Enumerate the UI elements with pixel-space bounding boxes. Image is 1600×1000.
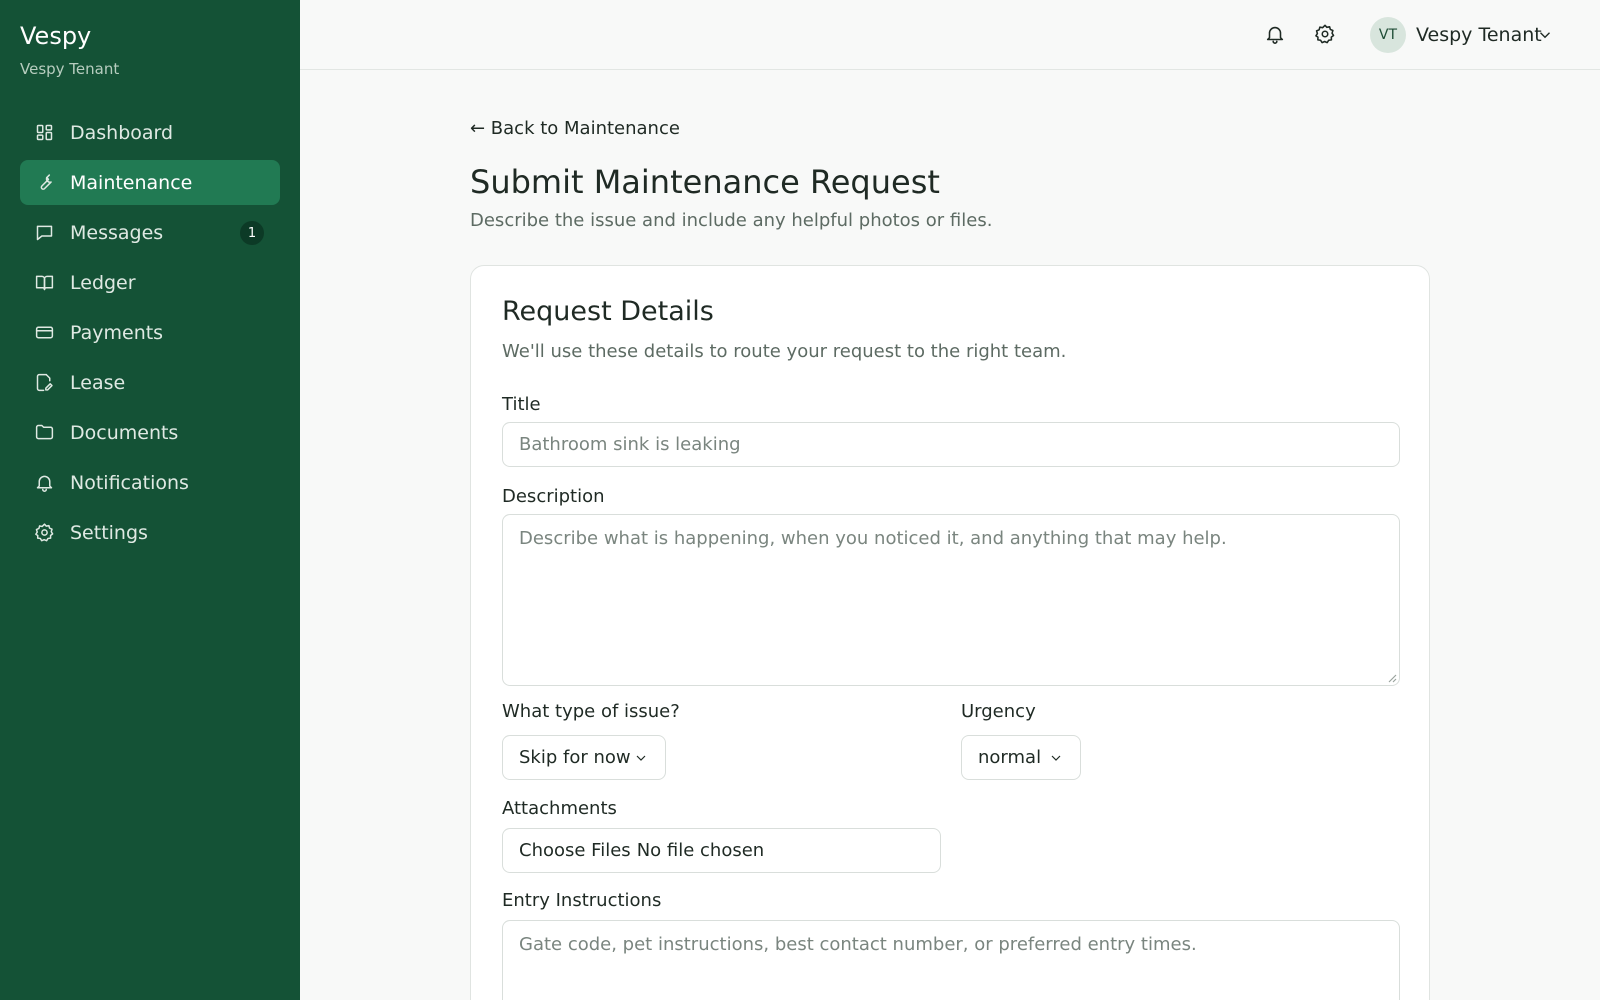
book-icon xyxy=(34,272,55,293)
sidebar-item-maintenance[interactable]: Maintenance xyxy=(20,160,280,205)
message-icon xyxy=(34,222,55,243)
issue-type-select[interactable]: Skip for now xyxy=(502,735,666,780)
sidebar-item-label: Documents xyxy=(70,421,179,444)
choose-files-button[interactable]: Choose Files xyxy=(519,840,631,861)
sidebar-item-messages[interactable]: Messages 1 xyxy=(20,210,280,255)
folder-icon xyxy=(34,422,55,443)
sidebar-item-label: Maintenance xyxy=(70,171,193,194)
card-title: Request Details xyxy=(502,296,714,327)
sidebar-item-label: Ledger xyxy=(70,271,136,294)
attachments-label: Attachments xyxy=(502,798,617,819)
document-edit-icon xyxy=(34,372,55,393)
bell-icon xyxy=(34,472,55,493)
urgency-label: Urgency xyxy=(961,701,1036,722)
page-title: Submit Maintenance Request xyxy=(470,163,940,201)
gear-icon xyxy=(34,522,55,543)
card-subtitle: We'll use these details to route your re… xyxy=(502,341,1067,362)
sidebar-item-label: Settings xyxy=(70,521,148,544)
resize-handle-icon[interactable] xyxy=(1387,673,1397,683)
sidebar-item-label: Lease xyxy=(70,371,126,394)
request-details-card: Request Details We'll use these details … xyxy=(470,265,1430,1000)
title-label: Title xyxy=(502,394,541,415)
sidebar-nav: Dashboard Maintenance Messages 1 Ledger xyxy=(20,110,280,560)
description-textarea[interactable]: Describe what is happening, when you not… xyxy=(502,514,1400,686)
chevron-down-icon xyxy=(1048,750,1064,766)
sidebar-item-documents[interactable]: Documents xyxy=(20,410,280,455)
sidebar-item-label: Payments xyxy=(70,321,164,344)
gear-icon[interactable] xyxy=(1314,23,1338,47)
issue-type-label: What type of issue? xyxy=(502,701,680,722)
issue-type-value: Skip for now xyxy=(519,747,631,768)
sidebar-item-label: Messages xyxy=(70,221,164,244)
title-input[interactable]: Bathroom sink is leaking xyxy=(502,422,1400,467)
sidebar: Vespy Vespy Tenant Dashboard Maintenance… xyxy=(0,0,300,1000)
credit-card-icon xyxy=(34,322,55,343)
chevron-down-icon xyxy=(633,750,649,766)
description-label: Description xyxy=(502,486,605,507)
sidebar-item-payments[interactable]: Payments xyxy=(20,310,280,355)
urgency-value: normal xyxy=(978,747,1042,768)
back-to-maintenance-link[interactable]: ← Back to Maintenance xyxy=(470,118,680,139)
wrench-icon xyxy=(34,172,55,193)
brand-name: Vespy xyxy=(20,22,92,50)
avatar[interactable]: VT xyxy=(1370,17,1406,53)
sidebar-item-lease[interactable]: Lease xyxy=(20,360,280,405)
user-name[interactable]: Vespy Tenant xyxy=(1416,24,1542,46)
no-file-text: No file chosen xyxy=(636,840,765,861)
chevron-down-icon[interactable] xyxy=(1536,26,1554,44)
entry-instructions-label: Entry Instructions xyxy=(502,890,662,911)
description-placeholder: Describe what is happening, when you not… xyxy=(519,528,1227,549)
title-placeholder: Bathroom sink is leaking xyxy=(519,434,741,455)
sidebar-item-label: Dashboard xyxy=(70,121,174,144)
unread-badge: 1 xyxy=(240,221,264,245)
entry-instructions-textarea[interactable]: Gate code, pet instructions, best contac… xyxy=(502,920,1400,1000)
bell-icon[interactable] xyxy=(1264,23,1288,47)
sidebar-item-dashboard[interactable]: Dashboard xyxy=(20,110,280,155)
dashboard-icon xyxy=(34,122,55,143)
sidebar-item-ledger[interactable]: Ledger xyxy=(20,260,280,305)
attachments-file-input[interactable]: Choose Files No file chosen xyxy=(502,828,941,873)
urgency-select[interactable]: normal xyxy=(961,735,1081,780)
page-subtitle: Describe the issue and include any helpf… xyxy=(470,210,993,231)
entry-instructions-placeholder: Gate code, pet instructions, best contac… xyxy=(519,934,1197,955)
brand-subtitle: Vespy Tenant xyxy=(20,60,120,78)
top-bar: VT Vespy Tenant xyxy=(300,0,1600,70)
sidebar-item-notifications[interactable]: Notifications xyxy=(20,460,280,505)
sidebar-item-label: Notifications xyxy=(70,471,189,494)
sidebar-item-settings[interactable]: Settings xyxy=(20,510,280,555)
